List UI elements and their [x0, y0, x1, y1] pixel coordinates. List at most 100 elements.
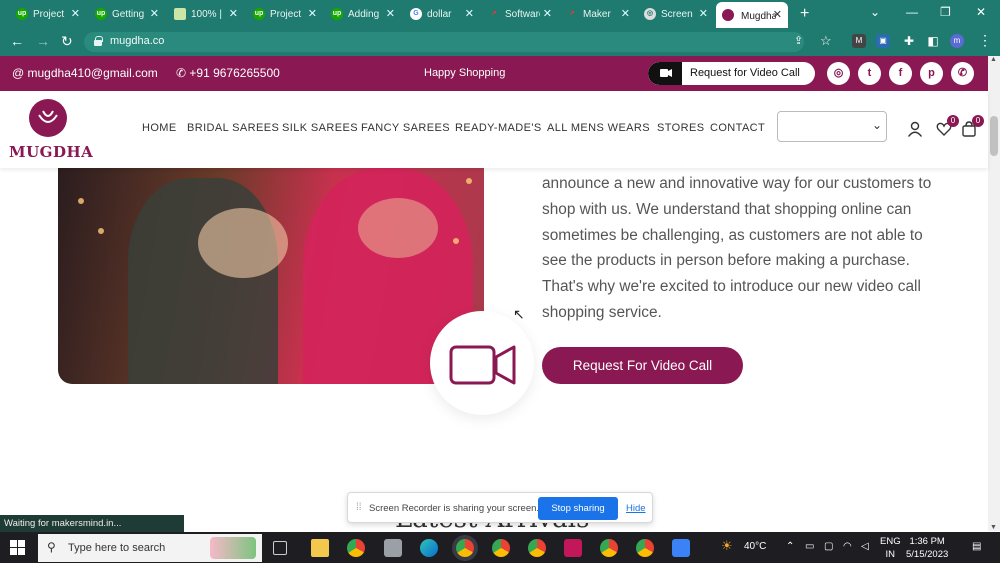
camera-app-icon[interactable] — [384, 539, 402, 557]
close-icon[interactable]: ✕ — [150, 7, 159, 20]
browser-tab[interactable]: up Project ✕ — [253, 3, 317, 25]
facebook-icon[interactable]: f — [889, 62, 912, 85]
browser-tab-active[interactable]: Mugdha ✕ — [716, 2, 788, 28]
volume-icon[interactable]: ◁ — [861, 541, 869, 552]
battery-icon[interactable]: ▭ — [805, 541, 814, 552]
nav-ready-mades[interactable]: READY-MADE'S — [455, 122, 542, 134]
close-icon[interactable]: ✕ — [465, 7, 474, 20]
app-icon[interactable] — [564, 539, 582, 557]
forward-icon[interactable]: → — [36, 33, 50, 49]
close-icon[interactable]: ✕ — [229, 7, 238, 20]
nav-bridal-sarees[interactable]: BRIDAL SAREES — [187, 122, 279, 134]
category-select[interactable]: ⌄ — [777, 111, 887, 142]
file-explorer-icon[interactable] — [311, 539, 329, 557]
reload-icon[interactable]: ↻ — [61, 33, 73, 50]
scroll-down-icon[interactable]: ▼ — [990, 524, 997, 531]
user-account-icon[interactable] — [907, 121, 923, 142]
logo-text[interactable]: MUGDHA — [9, 143, 93, 161]
browser-tab[interactable]: G dollar ✕ — [410, 3, 474, 25]
weather-icon: ☀ — [721, 538, 733, 553]
up-icon: up — [16, 8, 28, 20]
drag-handle-icon[interactable]: ⁞⁞ — [356, 502, 362, 513]
nav-fancy-sarees[interactable]: FANCY SAREES — [361, 122, 450, 134]
chrome-icon: ◎ — [644, 8, 656, 20]
nav-all-mens-wears[interactable]: ALL MENS WEARS — [547, 122, 650, 134]
browser-tab[interactable]: ◎ Screen ✕ — [644, 3, 708, 25]
email-link[interactable]: @ mugdha410@gmail.com — [12, 66, 158, 80]
women-shopping-photo — [58, 168, 484, 384]
whatsapp-icon[interactable]: ✆ — [951, 62, 974, 85]
minimize-icon[interactable]: — — [906, 5, 918, 19]
scrollbar-thumb[interactable] — [990, 116, 998, 156]
chrome-active-icon[interactable] — [456, 539, 474, 557]
close-window-icon[interactable]: ✕ — [976, 5, 986, 19]
address-bar[interactable]: mugdha.co ⇪ — [84, 32, 804, 52]
twitter-icon[interactable]: t — [858, 62, 881, 85]
mugdha-icon — [722, 9, 734, 21]
video-camera-icon — [648, 62, 682, 85]
chrome-icon[interactable] — [636, 539, 654, 557]
page-scrollbar[interactable]: ▲ ▼ — [988, 56, 1000, 531]
phone-link[interactable]: ✆ +91 9676265500 — [176, 66, 280, 80]
instagram-icon[interactable]: ◎ — [827, 62, 850, 85]
wifi-icon[interactable]: ◠ — [843, 541, 852, 552]
profile-avatar[interactable]: m — [950, 34, 964, 48]
close-icon[interactable]: ✕ — [699, 7, 708, 20]
language-indicator[interactable]: ENG IN — [880, 535, 901, 561]
screen-sharing-bar: ⁞⁞ Screen Recorder is sharing your scree… — [347, 492, 653, 523]
chrome-icon[interactable] — [528, 539, 546, 557]
browser-tab[interactable]: 100% | ✕ — [174, 3, 238, 25]
browser-tab[interactable]: up Adding ✕ — [331, 3, 395, 25]
browser-tab[interactable]: ➚ Maker ✕ — [566, 3, 630, 25]
request-video-call-top-button[interactable]: Request for Video Call — [648, 62, 815, 85]
browser-tab[interactable]: up Project ✕ — [16, 3, 80, 25]
menu-kebab-icon[interactable]: ⋮ — [978, 32, 992, 49]
close-icon[interactable]: ✕ — [308, 7, 317, 20]
site-topbar: @ mugdha410@gmail.com ✆ +91 9676265500 H… — [0, 56, 988, 91]
browser-tab[interactable]: up Getting ✕ — [95, 3, 159, 25]
nav-contact[interactable]: CONTACT — [710, 122, 765, 134]
chrome-icon[interactable] — [492, 539, 510, 557]
taskbar-search[interactable]: ⚲ Type here to search — [38, 534, 262, 562]
close-icon[interactable]: ✕ — [543, 7, 552, 20]
browser-tab[interactable]: ➚ Software ✕ — [488, 3, 552, 25]
windows-start-icon[interactable] — [10, 540, 25, 555]
back-icon[interactable]: ← — [10, 33, 24, 49]
new-tab-button[interactable]: + — [800, 5, 809, 23]
task-view-icon[interactable] — [273, 541, 287, 555]
close-icon[interactable]: ✕ — [386, 7, 395, 20]
restore-icon[interactable]: ❐ — [940, 5, 951, 19]
mugdha-logo-icon[interactable] — [29, 99, 67, 137]
chrome-icon[interactable] — [347, 539, 365, 557]
nav-stores[interactable]: STORES — [657, 122, 704, 134]
google-icon: G — [410, 8, 422, 20]
pinterest-icon[interactable]: p — [920, 62, 943, 85]
hide-link[interactable]: Hide — [626, 503, 646, 514]
meet-icon[interactable]: ▢ — [824, 541, 833, 552]
wishlist-heart-icon[interactable]: 0 — [936, 115, 959, 142]
close-icon[interactable]: ✕ — [621, 7, 630, 20]
cart-bag-icon[interactable]: 0 — [961, 115, 984, 142]
mouse-cursor-icon: ↖ — [513, 306, 525, 322]
chevron-down-icon[interactable]: ⌄ — [870, 5, 880, 19]
close-icon[interactable]: ✕ — [773, 8, 782, 21]
request-video-call-button[interactable]: Request For Video Call — [542, 347, 743, 384]
stop-sharing-button[interactable]: Stop sharing — [538, 497, 618, 520]
share-icon[interactable]: ⇪ — [794, 34, 803, 47]
nav-silk-sarees[interactable]: SILK SAREES — [282, 122, 358, 134]
notification-icon[interactable]: ▤ — [972, 541, 981, 552]
system-clock[interactable]: 1:36 PM 5/15/2023 — [906, 535, 948, 561]
close-icon[interactable]: ✕ — [71, 7, 80, 20]
screen-recorder-extension-icon[interactable]: ▣ — [876, 34, 890, 48]
chevron-up-icon[interactable]: ⌃ — [786, 541, 794, 552]
bookmark-star-icon[interactable]: ☆ — [820, 33, 832, 49]
sidepanel-icon[interactable]: ◧ — [926, 34, 940, 48]
edge-icon[interactable] — [420, 539, 438, 557]
gmail-extension-icon[interactable]: M — [852, 34, 866, 48]
screen-recorder-icon[interactable] — [672, 539, 690, 557]
extensions-puzzle-icon[interactable]: ✚ — [902, 34, 916, 48]
nav-home[interactable]: HOME — [142, 122, 177, 134]
scroll-up-icon[interactable]: ▲ — [990, 56, 997, 63]
chrome-icon[interactable] — [600, 539, 618, 557]
weather-temp[interactable]: 40°C — [744, 541, 766, 552]
